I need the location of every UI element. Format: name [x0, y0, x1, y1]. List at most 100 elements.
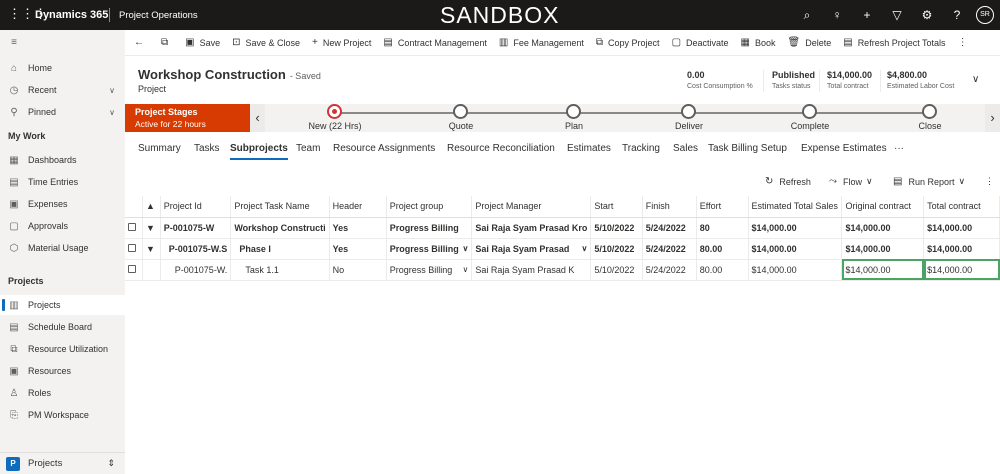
tab-task-billing-setup[interactable]: Task Billing Setup — [708, 143, 787, 154]
cell-start[interactable]: 5/10/2022 — [590, 259, 643, 281]
cell-task-name[interactable]: Workshop Constructi — [230, 217, 330, 239]
new-project-button[interactable]: + New Project — [306, 30, 377, 56]
row-select-cell[interactable] — [125, 217, 144, 239]
column-header-original-contract[interactable]: Original contract — [841, 196, 925, 218]
refresh-button[interactable]: ↻ Refresh — [765, 176, 811, 187]
header-expand-chevron-icon[interactable]: ∨ — [972, 74, 979, 85]
cell-total-contract[interactable]: $14,000.00 — [923, 238, 1000, 260]
sidebar-item-pm-workspace[interactable]: ⎘ PM Workspace — [0, 405, 125, 425]
chevron-down-icon[interactable]: ∨ — [582, 244, 588, 253]
chevron-down-icon[interactable]: ∨ — [462, 244, 468, 253]
sidebar-item-pinned[interactable]: ⚲ Pinned ∨ — [0, 102, 125, 122]
tab-tracking[interactable]: Tracking — [622, 143, 660, 154]
row-checkbox[interactable] — [128, 243, 136, 252]
avatar[interactable]: SR — [976, 6, 994, 24]
search-icon[interactable]: ⌕ — [792, 8, 822, 23]
tab-resource-assignments[interactable]: Resource Assignments — [333, 143, 435, 154]
bpf-stage-node-deliver[interactable] — [681, 104, 696, 119]
column-header-finish[interactable]: Finish — [642, 196, 697, 218]
cell-header[interactable]: Yes — [329, 238, 387, 260]
flow-button[interactable]: ⤳ Flow ∨ — [829, 176, 873, 187]
tab-resource-reconciliation[interactable]: Resource Reconciliation — [447, 143, 555, 154]
tab-expense-estimates[interactable]: Expense Estimates — [801, 143, 887, 154]
open-new-window-button[interactable]: ⧉ — [155, 30, 179, 56]
run-report-button[interactable]: ▤ Run Report ∨ — [893, 176, 965, 187]
copy-project-button[interactable]: ⧉ Copy Project — [590, 30, 666, 56]
sidebar-item-home[interactable]: ⌂ Home — [0, 58, 125, 78]
cell-total-contract[interactable]: $14,000.00 — [923, 259, 1000, 281]
row-select-cell[interactable] — [125, 238, 144, 260]
tab-team[interactable]: Team — [296, 143, 320, 154]
bpf-stage-node-close[interactable] — [922, 104, 937, 119]
cell-effort[interactable]: 80 — [696, 217, 749, 239]
cell-finish[interactable]: 5/24/2022 — [642, 217, 697, 239]
column-header-header[interactable]: Header — [329, 196, 387, 218]
sidebar-item-material-usage[interactable]: ⬡ Material Usage — [0, 238, 125, 258]
cell-original-contract[interactable]: $14,000.00 — [841, 217, 925, 239]
row-expander[interactable]: ▼ — [142, 217, 161, 239]
book-button[interactable]: ▦ Book — [735, 30, 782, 56]
cell-task-name[interactable]: Phase I — [230, 238, 330, 260]
column-header-task-name[interactable]: Project Task Name — [230, 196, 330, 218]
cell-finish[interactable]: 5/24/2022 — [642, 238, 697, 260]
cell-original-contract[interactable]: $14,000.00 — [841, 259, 925, 281]
chevron-down-icon[interactable]: ∨ — [462, 265, 468, 274]
cell-task-name[interactable]: Task 1.1 — [230, 259, 330, 281]
tab-more-icon[interactable]: ··· — [894, 143, 904, 154]
back-button[interactable]: ← — [125, 30, 155, 56]
table-row[interactable]: ▼ P-001075-W Workshop Constructi Yes Pro… — [125, 217, 1000, 239]
column-header-project-manager[interactable]: Project Manager — [471, 196, 592, 218]
cell-finish[interactable]: 5/24/2022 — [642, 259, 697, 281]
cell-start[interactable]: 5/10/2022 — [590, 238, 643, 260]
cell-estimated-total-sales[interactable]: $14,000.00 — [748, 259, 843, 281]
sort-indicator[interactable]: ▲ — [142, 196, 161, 218]
sidebar-item-time-entries[interactable]: ▤ Time Entries — [0, 172, 125, 192]
table-row[interactable]: P-001075-W. Task 1.1 No ∨ Progress Billin… — [125, 259, 1000, 281]
table-row[interactable]: ▼ P-001075-W.S Phase I Yes ∨ Progress Bil… — [125, 238, 1000, 260]
app-launcher-icon[interactable]: ⋮⋮⋮ — [8, 7, 47, 21]
column-header-estimated-total-sales[interactable]: Estimated Total Sales — [748, 196, 843, 218]
bpf-stage-node-complete[interactable] — [802, 104, 817, 119]
sidebar-item-recent[interactable]: ◷ Recent ∨ — [0, 80, 125, 100]
cell-header[interactable]: No — [329, 259, 387, 281]
row-expander[interactable]: ▼ — [142, 238, 161, 260]
cell-header[interactable]: Yes — [329, 217, 387, 239]
sidebar-item-expenses[interactable]: ▣ Expenses — [0, 194, 125, 214]
gear-icon[interactable]: ⚙ — [912, 8, 942, 22]
cell-original-contract[interactable]: $14,000.00 — [841, 238, 925, 260]
cell-effort[interactable]: 80.00 — [696, 259, 749, 281]
cell-estimated-total-sales[interactable]: $14,000.00 — [748, 238, 843, 260]
contract-management-button[interactable]: ▤ Contract Management — [377, 30, 493, 56]
cell-project-group[interactable]: ∨ Progress Billing — [386, 238, 473, 260]
cell-project-id[interactable]: P-001075-W — [160, 217, 232, 239]
cell-project-group[interactable]: ∨ Progress Billing — [386, 259, 473, 281]
sidebar-item-resource-utilization[interactable]: ⧉ Resource Utilization — [0, 339, 125, 359]
tab-estimates[interactable]: Estimates — [567, 143, 611, 154]
app-name[interactable]: Dynamics 365 — [35, 9, 108, 21]
sidebar-item-schedule-board[interactable]: ▤ Schedule Board — [0, 317, 125, 337]
tab-tasks[interactable]: Tasks — [194, 143, 220, 154]
cell-estimated-total-sales[interactable]: $14,000.00 — [748, 217, 843, 239]
cell-project-manager[interactable]: Sai Raja Syam Prasad K — [471, 259, 592, 281]
cell-project-id[interactable]: P-001075-W. — [160, 259, 232, 281]
refresh-project-totals-button[interactable]: ▤ Refresh Project Totals — [837, 30, 951, 56]
column-header-total-contract[interactable]: Total contract — [923, 196, 1000, 218]
sidebar-item-dashboards[interactable]: ▦ Dashboards — [0, 150, 125, 170]
cell-project-id[interactable]: P-001075-W.S — [160, 238, 232, 260]
cell-project-manager[interactable]: Sai Raja Syam Prasad Kro — [471, 217, 592, 239]
more-options-button[interactable]: ⋮ — [985, 176, 994, 187]
cell-effort[interactable]: 80.00 — [696, 238, 749, 260]
sidebar-item-approvals[interactable]: ▢ Approvals — [0, 216, 125, 236]
column-header-project-id[interactable]: Project Id — [160, 196, 232, 218]
tab-subprojects[interactable]: Subprojects — [230, 143, 288, 160]
hamburger-menu[interactable]: ≡ — [0, 32, 125, 52]
tab-summary[interactable]: Summary — [138, 143, 181, 154]
row-select-cell[interactable] — [125, 259, 144, 281]
column-header-project-group[interactable]: Project group — [386, 196, 473, 218]
save-and-close-button[interactable]: ⊡ Save & Close — [226, 30, 306, 56]
sidebar-item-resources[interactable]: ▣ Resources — [0, 361, 125, 381]
plus-icon[interactable]: + — [852, 8, 882, 22]
delete-button[interactable]: 🗑︎ Delete — [782, 30, 838, 56]
sidebar-item-projects[interactable]: ▥ Projects — [0, 295, 125, 315]
area-switcher[interactable]: P Projects ⇕ — [0, 452, 125, 474]
